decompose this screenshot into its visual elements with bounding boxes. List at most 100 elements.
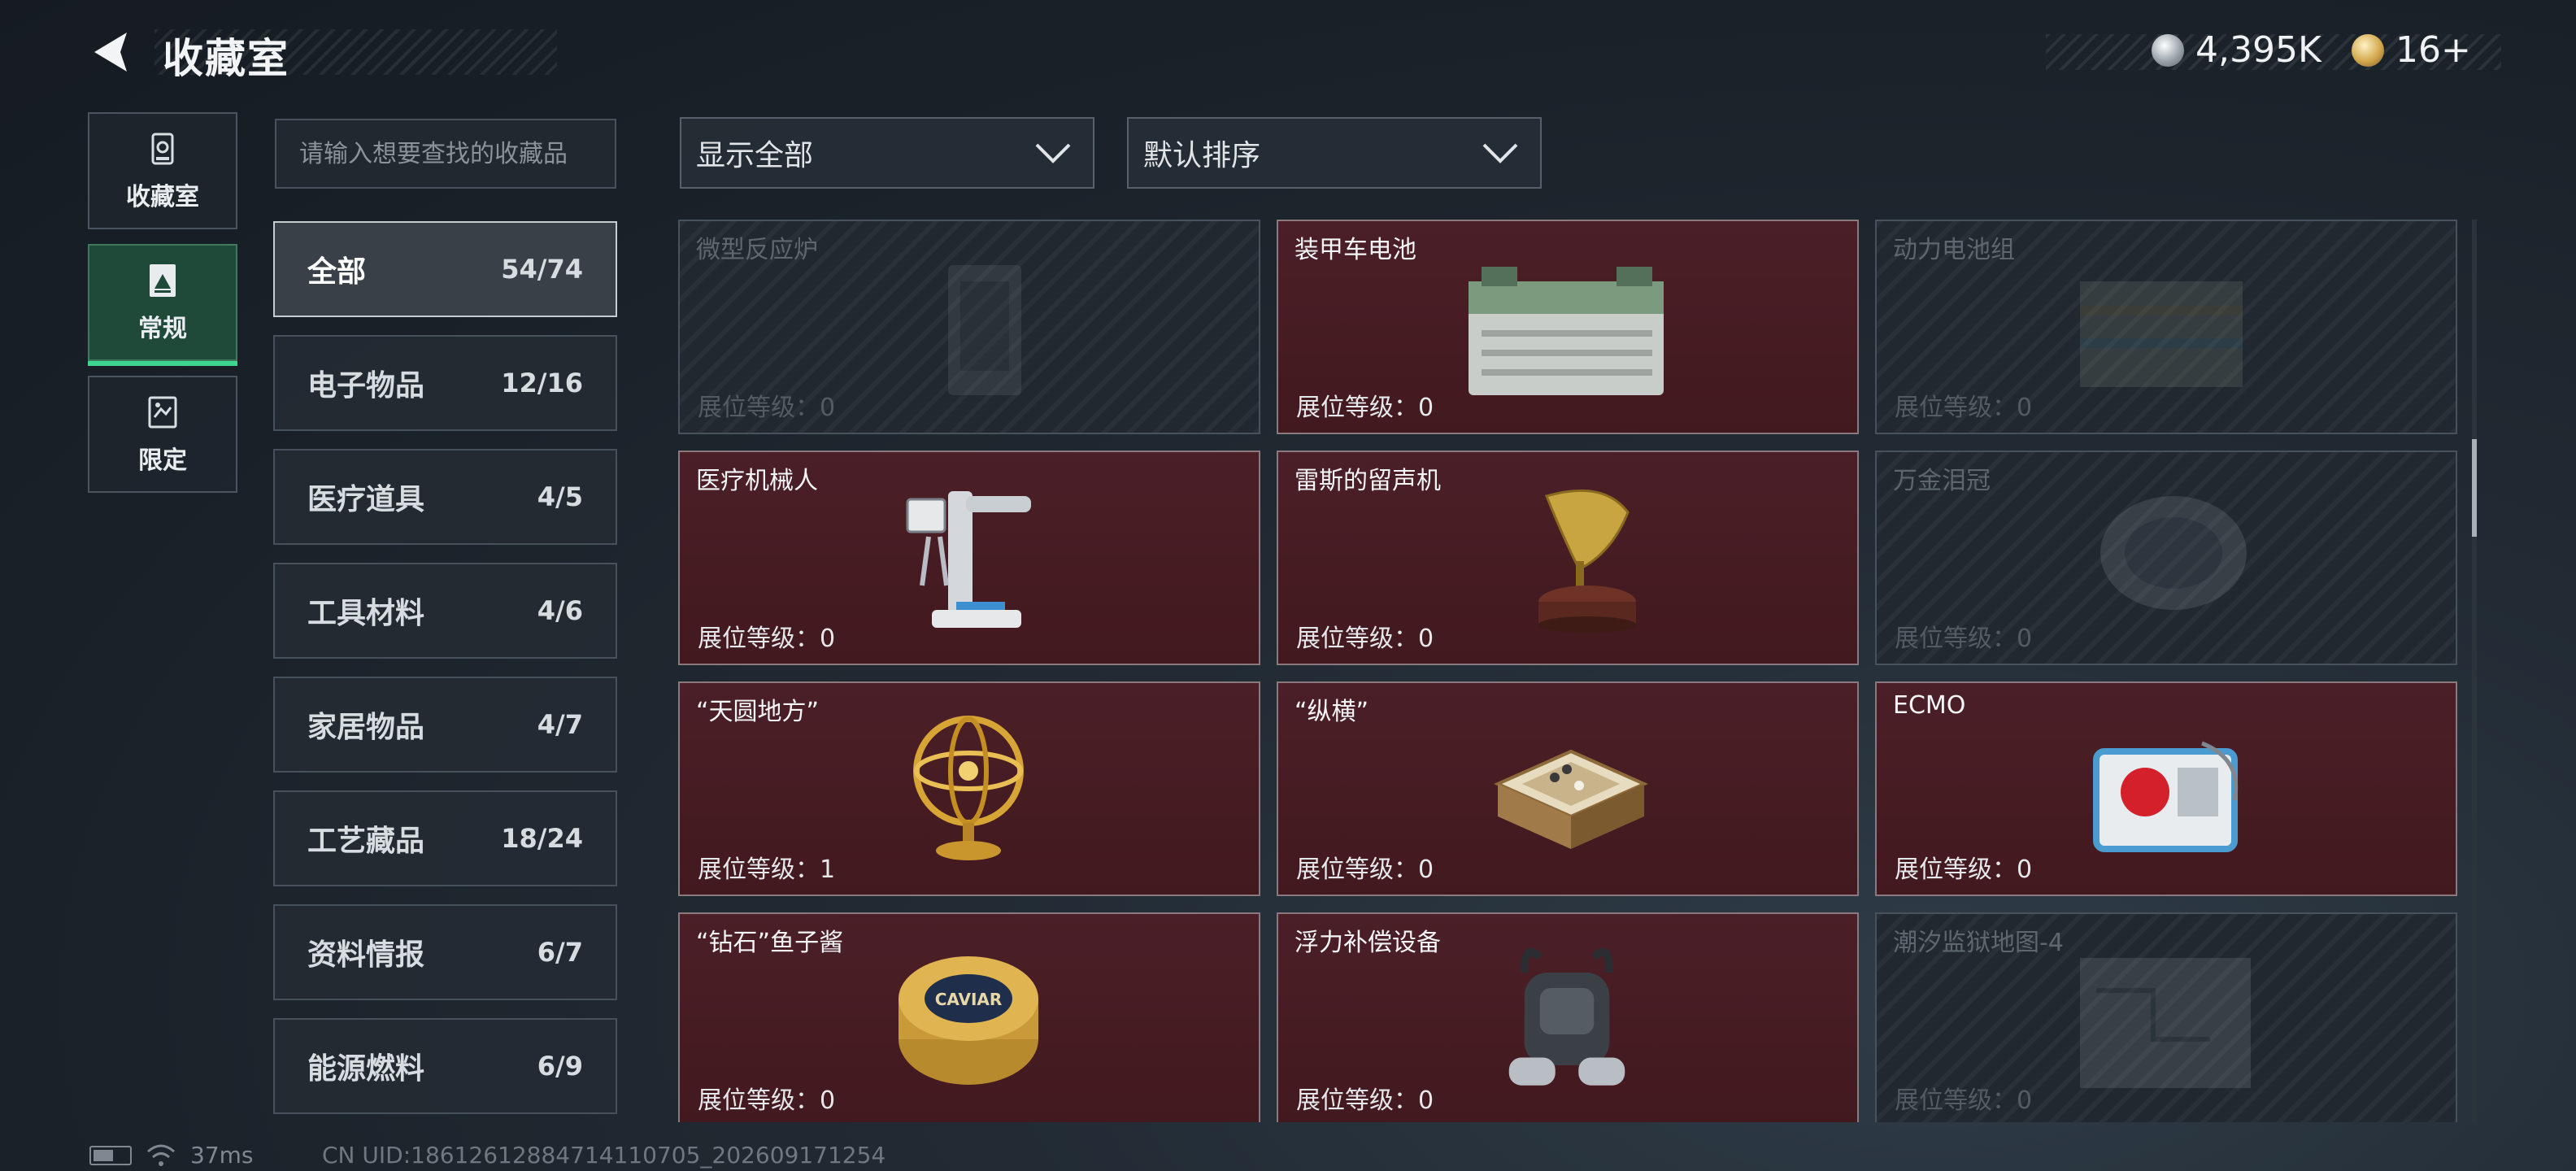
power-battery-pack-icon bbox=[2080, 281, 2243, 387]
collection-card[interactable]: ECMO 展位等级：0 bbox=[1875, 681, 2457, 896]
item-level: 展位等级：0 bbox=[1895, 1086, 2033, 1115]
chevron-down-icon bbox=[1035, 143, 1071, 163]
category-name: 工具材料 bbox=[307, 597, 425, 630]
sort-value: 默认排序 bbox=[1143, 139, 1261, 172]
sort-dropdown[interactable]: 默认排序 bbox=[1127, 117, 1542, 189]
item-name: 浮力补偿设备 bbox=[1295, 929, 1441, 957]
collection-card[interactable]: “钻石”鱼子酱 CAVIAR 展位等级：0 bbox=[678, 912, 1260, 1122]
category-medical[interactable]: 医疗道具 4/5 bbox=[273, 449, 617, 545]
armored-vehicle-battery-icon bbox=[1469, 267, 1664, 395]
collection-card[interactable]: 雷斯的留声机 展位等级：0 bbox=[1277, 451, 1859, 665]
category-all[interactable]: 全部 54/74 bbox=[273, 221, 617, 317]
regular-icon bbox=[150, 264, 176, 297]
ping-value: 37ms bbox=[190, 1142, 254, 1169]
nav-label: 限定 bbox=[138, 446, 187, 475]
category-count: 54/74 bbox=[501, 254, 583, 285]
collection-card[interactable]: “纵横” 展位等级：0 bbox=[1277, 681, 1859, 896]
category-intel[interactable]: 资料情报 6/7 bbox=[273, 904, 617, 1000]
buoyancy-compensator-icon bbox=[1508, 948, 1625, 1086]
search-box[interactable] bbox=[275, 119, 616, 189]
wifi-icon bbox=[147, 1144, 175, 1166]
item-level: 展位等级：0 bbox=[1296, 855, 1434, 884]
armillary-sphere-icon bbox=[913, 716, 1024, 860]
gramophone-icon bbox=[1538, 489, 1636, 633]
back-button[interactable] bbox=[88, 28, 137, 76]
collection-card[interactable]: 医疗机械人 展位等级：0 bbox=[678, 451, 1260, 665]
ecmo-machine-icon bbox=[2093, 741, 2239, 852]
category-name: 家居物品 bbox=[307, 711, 425, 744]
category-household[interactable]: 家居物品 4/7 bbox=[273, 677, 617, 773]
category-count: 18/24 bbox=[501, 823, 583, 854]
item-level: 展位等级：0 bbox=[1296, 625, 1434, 653]
nav-label: 收藏室 bbox=[126, 183, 199, 211]
collection-card[interactable]: 潮汐监狱地图-4 展位等级：0 bbox=[1875, 912, 2457, 1122]
caviar-label: CAVIAR bbox=[935, 990, 1003, 1009]
top-bar: 收藏室 4,395K 16+ bbox=[0, 0, 2576, 106]
category-electronics[interactable]: 电子物品 12/16 bbox=[273, 335, 617, 431]
scroll-thumb[interactable] bbox=[2472, 439, 2477, 537]
category-count: 4/7 bbox=[537, 709, 583, 740]
item-name: “天圆地方” bbox=[696, 698, 820, 726]
collection-card[interactable]: 万金泪冠 展位等级：0 bbox=[1875, 451, 2457, 665]
gold-amount: 16+ bbox=[2395, 29, 2471, 71]
micro-reactor-icon bbox=[948, 265, 1021, 395]
item-name: 潮汐监狱地图-4 bbox=[1893, 929, 2064, 957]
item-level: 展位等级：0 bbox=[698, 394, 836, 422]
item-level: 展位等级：0 bbox=[1296, 394, 1434, 422]
category-count: 4/5 bbox=[537, 481, 583, 512]
map-icon bbox=[2080, 958, 2251, 1088]
back-arrow-icon bbox=[94, 33, 127, 72]
collection-card[interactable]: 动力电池组 展位等级：0 bbox=[1875, 220, 2457, 434]
collection-room-icon bbox=[151, 133, 174, 165]
item-name: 装甲车电池 bbox=[1295, 236, 1416, 264]
category-count: 6/7 bbox=[537, 937, 583, 968]
item-name: ECMO bbox=[1893, 691, 1966, 720]
grid-scrollbar[interactable] bbox=[2472, 220, 2477, 1122]
crown-icon bbox=[2100, 496, 2247, 610]
silver-coin-icon bbox=[2152, 33, 2184, 67]
search-input[interactable] bbox=[299, 139, 592, 168]
item-name: 雷斯的留声机 bbox=[1295, 467, 1441, 495]
chevron-down-icon bbox=[1482, 143, 1518, 163]
category-name: 电子物品 bbox=[307, 369, 425, 403]
category-energy[interactable]: 能源燃料 6/9 bbox=[273, 1018, 617, 1114]
category-name: 全部 bbox=[307, 255, 367, 289]
item-name: 医疗机械人 bbox=[696, 467, 818, 495]
collection-card[interactable]: 浮力补偿设备 展位等级：0 bbox=[1277, 912, 1859, 1122]
item-name: “纵横” bbox=[1295, 698, 1369, 726]
item-name: 万金泪冠 bbox=[1893, 467, 1991, 495]
battery-icon bbox=[89, 1145, 132, 1165]
item-level: 展位等级：0 bbox=[1895, 625, 2033, 653]
category-count: 12/16 bbox=[501, 368, 583, 398]
item-level: 展位等级：0 bbox=[698, 625, 836, 653]
chess-board-icon bbox=[1494, 749, 1648, 849]
collection-card[interactable]: “天圆地方” 展位等级：1 bbox=[678, 681, 1260, 896]
item-name: “钻石”鱼子酱 bbox=[696, 929, 844, 957]
collection-grid: 微型反应炉 展位等级：0 装甲车电池 展位等级：0 动力电池组 展位等级：0 医 bbox=[678, 220, 2459, 1122]
currency-gold: 16+ bbox=[2352, 29, 2471, 71]
medical-robot-icon bbox=[906, 491, 1031, 628]
category-crafts[interactable]: 工艺藏品 18/24 bbox=[273, 790, 617, 886]
limited-icon bbox=[148, 396, 177, 429]
item-level: 展位等级：0 bbox=[1895, 855, 2033, 884]
nav-label: 常规 bbox=[138, 315, 187, 343]
gold-coin-icon bbox=[2352, 33, 2384, 67]
collection-card[interactable]: 装甲车电池 展位等级：0 bbox=[1277, 220, 1859, 434]
silver-amount: 4,395K bbox=[2195, 29, 2321, 71]
category-name: 资料情报 bbox=[307, 938, 425, 972]
currency-silver: 4,395K bbox=[2152, 29, 2321, 71]
item-level: 展位等级：0 bbox=[1296, 1086, 1434, 1115]
nav-item-collection-room[interactable]: 收藏室 bbox=[88, 112, 237, 229]
category-name: 医疗道具 bbox=[307, 483, 425, 516]
category-tools[interactable]: 工具材料 4/6 bbox=[273, 563, 617, 659]
system-status: 37ms bbox=[89, 1142, 254, 1169]
collection-card[interactable]: 微型反应炉 展位等级：0 bbox=[678, 220, 1260, 434]
category-name: 工艺藏品 bbox=[307, 825, 425, 858]
category-count: 6/9 bbox=[537, 1051, 583, 1082]
nav-item-limited[interactable]: 限定 bbox=[88, 376, 237, 493]
item-level: 展位等级：0 bbox=[698, 1086, 836, 1115]
page-title: 收藏室 bbox=[163, 35, 289, 82]
display-filter-dropdown[interactable]: 显示全部 bbox=[680, 117, 1094, 189]
item-name: 动力电池组 bbox=[1893, 236, 2015, 264]
nav-item-regular[interactable]: 常规 bbox=[88, 244, 237, 366]
